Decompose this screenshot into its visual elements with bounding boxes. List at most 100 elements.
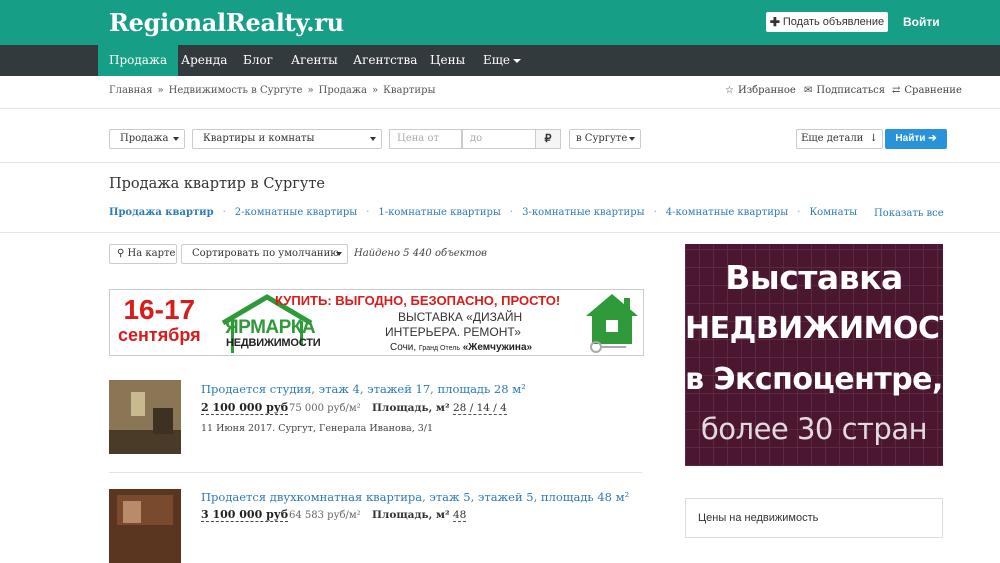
listing-area-value: 28 / 14 / 4 xyxy=(453,402,507,415)
arrow-down-icon: ↓ xyxy=(869,133,878,144)
listing-photo[interactable] xyxy=(109,489,181,563)
banner-date-days: 16-17 xyxy=(123,294,196,325)
nav-item-sale[interactable]: Продажа xyxy=(98,45,179,76)
banner-place-hotel: Гранд Отель xyxy=(418,345,460,352)
map-marker-icon: ⚲ xyxy=(117,248,125,259)
listing-area-label: Площадь, м² xyxy=(372,509,450,521)
subnav-dot: · xyxy=(653,207,657,218)
nav-item-more[interactable]: Еще xyxy=(472,45,532,76)
subnav-item-3room[interactable]: 3-комнатные квартиры xyxy=(522,207,644,218)
nav-item-agencies[interactable]: Агентства xyxy=(342,45,428,76)
side-banner-line1: Выставка xyxy=(725,258,903,297)
more-details-button[interactable]: Еще детали ↓ xyxy=(796,129,883,149)
map-button[interactable]: ⚲ На карте xyxy=(109,244,177,264)
property-type-select[interactable]: Квартиры и комнаты xyxy=(192,129,382,149)
banner-exhibition-line2: ИНТЕРЬЕРА. РЕМОНТ» xyxy=(385,325,521,339)
listing-area-label: Площадь, м² xyxy=(372,402,450,414)
subnav-item-4room[interactable]: 4-комнатные квартиры xyxy=(666,207,788,218)
banner-date: 16-17 сентября xyxy=(118,294,201,345)
location-select[interactable]: в Сургуте xyxy=(569,129,641,149)
breadcrumb: Главная » Недвижимость в Сургуте » Продажа » К… xyxy=(109,85,435,96)
breadcrumb-apartments[interactable]: Квартиры xyxy=(383,85,435,96)
subscribe-label: Подписаться xyxy=(816,85,886,96)
sort-select[interactable]: Сортировать по умолчанию xyxy=(181,244,348,264)
prices-widget-title: Цены на недвижимость xyxy=(698,512,819,524)
banner-exhibition-line1: ВЫСТАВКА «ДИЗАЙН xyxy=(398,310,523,324)
compare-label: Сравнение xyxy=(904,85,962,96)
listing-photo[interactable] xyxy=(109,380,181,454)
listing-title[interactable]: Продается студия, этаж 4, этажей 17, пло… xyxy=(201,382,526,396)
chevron-down-icon xyxy=(513,58,522,63)
subnav-item-2room[interactable]: 2-комнатные квартиры xyxy=(235,207,357,218)
compare-arrows-icon: ⇄ xyxy=(892,85,901,96)
deal-type-select[interactable]: Продажа xyxy=(109,129,185,149)
listing-photo-image xyxy=(109,489,181,563)
currency-button[interactable]: ₽ xyxy=(535,129,561,149)
banner-place-city: Сочи, xyxy=(390,342,417,353)
favorites-link[interactable]: ☆ Избранное xyxy=(725,85,796,96)
caret-down-icon xyxy=(629,137,635,141)
banner-fair-title: ЯРМАРКА xyxy=(225,317,316,338)
subnav-item-sale[interactable]: Продажа квартир xyxy=(109,207,214,218)
expo-side-banner[interactable]: Выставка НЕДВИЖИМОСТИ в Экспоцентре, бол… xyxy=(685,244,943,466)
listing-title[interactable]: Продается двухкомнатная квартира, этаж 5… xyxy=(201,490,629,504)
subnav-dot: · xyxy=(222,207,226,218)
nav-item-agents[interactable]: Агенты xyxy=(280,45,349,76)
sort-value: Сортировать по умолчанию xyxy=(192,248,339,259)
login-link[interactable]: Войти xyxy=(903,15,940,29)
search-button[interactable]: Найти ➔ xyxy=(885,129,947,149)
side-banner-line2: НЕДВИЖИМОСТИ xyxy=(685,311,943,346)
star-icon: ☆ xyxy=(725,85,734,96)
show-all-link[interactable]: Показать все xyxy=(874,208,944,219)
post-ad-label: Подать объявление xyxy=(782,16,885,28)
listing-separator xyxy=(109,472,642,473)
subscribe-link[interactable]: ✉ Подписаться xyxy=(804,85,885,96)
banner-headline: КУПИТЬ: ВЫГОДНО, БЕЗОПАСНО, ПРОСТО! xyxy=(275,293,561,308)
caret-down-icon xyxy=(336,252,342,256)
breadcrumb-separator: » xyxy=(372,85,379,96)
filters-divider xyxy=(0,162,1000,163)
plus-icon: ✚ xyxy=(769,15,780,29)
banner-place-name: «Жемчужина» xyxy=(462,342,533,353)
subnav-dot: · xyxy=(366,207,370,218)
listing-area: Площадь, м² 28 / 14 / 4 xyxy=(372,402,507,415)
subnav-item-1room[interactable]: 1-комнатные квартиры xyxy=(378,207,500,218)
fair-banner[interactable]: 16-17 сентября ЯРМАРКА НЕДВИЖИМОСТИ КУПИ… xyxy=(109,289,644,356)
listing-price: 3 100 000 руб xyxy=(201,508,289,522)
side-banner-line3: в Экспоцентре, xyxy=(685,362,943,397)
breadcrumb-separator: » xyxy=(157,85,164,96)
nav-item-blog[interactable]: Блог xyxy=(232,45,284,76)
favorites-label: Избранное xyxy=(737,85,796,96)
caret-down-icon xyxy=(370,137,376,141)
breadcrumb-separator: » xyxy=(307,85,314,96)
compare-link[interactable]: ⇄ Сравнение xyxy=(892,85,962,96)
listing-area: Площадь, м² 48 xyxy=(372,509,467,522)
listing-price-per-m2: 64 583 руб/м² xyxy=(289,510,361,521)
main-nav: Продажа Аренда Блог Агенты Агентства Цен… xyxy=(0,45,1000,76)
breadcrumb-home[interactable]: Главная xyxy=(109,85,153,96)
map-button-label: На карте xyxy=(127,248,176,259)
nav-item-rent[interactable]: Аренда xyxy=(170,45,238,76)
side-banner-line4: более 30 стран xyxy=(700,412,928,446)
listing-price: 2 100 000 руб xyxy=(201,401,289,415)
banner-fair-subtitle: НЕДВИЖИМОСТИ xyxy=(226,337,321,349)
breadcrumb-surgut[interactable]: Недвижимость в Сургуте xyxy=(169,85,303,96)
subnav-divider xyxy=(0,232,1000,233)
prices-widget: Цены на недвижимость xyxy=(685,498,943,538)
subnav-dot: · xyxy=(509,207,514,218)
subnav-dot: · xyxy=(797,207,801,218)
post-ad-button[interactable]: ✚ Подать объявление xyxy=(766,12,888,32)
listing-meta: 11 Июня 2017. Сургут, Генерала Иванова, … xyxy=(201,423,434,434)
caret-down-icon xyxy=(173,137,179,141)
subnav-item-rooms[interactable]: Комнаты xyxy=(809,207,857,218)
arrow-right-icon: ➔ xyxy=(928,133,937,144)
breadcrumb-sale[interactable]: Продажа xyxy=(319,85,367,96)
category-subnav: Продажа квартир · 2-комнатные квартиры · 1-к… xyxy=(109,207,857,218)
nav-item-more-label: Еще xyxy=(483,53,511,67)
site-logo[interactable]: RegionalRealty.ru xyxy=(109,8,344,37)
nav-item-prices[interactable]: Цены xyxy=(419,45,476,76)
price-to-input[interactable]: до xyxy=(462,129,536,149)
banner-place: Сочи, Гранд Отель «Жемчужина» xyxy=(390,342,532,353)
envelope-icon: ✉ xyxy=(804,85,813,96)
price-from-input[interactable]: Цена от xyxy=(389,129,462,149)
